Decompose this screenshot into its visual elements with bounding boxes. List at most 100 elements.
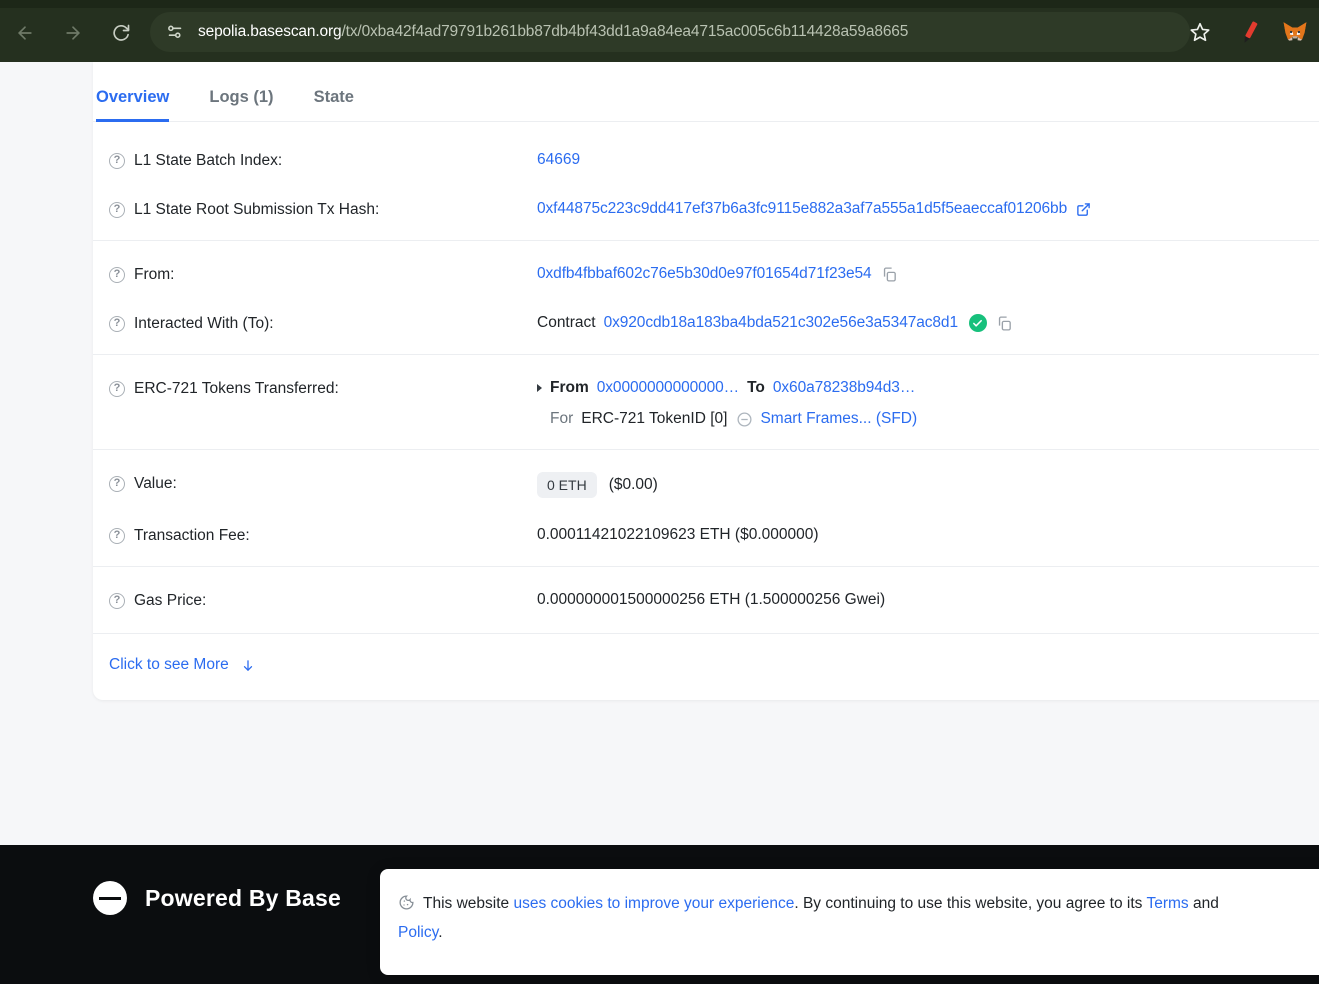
row-label: L1 State Batch Index: bbox=[134, 152, 283, 169]
help-icon[interactable]: ? bbox=[109, 381, 125, 397]
help-icon[interactable]: ? bbox=[109, 202, 125, 218]
row-label: Gas Price: bbox=[134, 592, 207, 609]
row-label: ERC-721 Tokens Transferred: bbox=[134, 380, 339, 397]
row-from: ? From: 0xdfb4fbbaf602c76e5b30d0e97f0165… bbox=[93, 240, 1319, 299]
verified-check-icon bbox=[968, 314, 987, 332]
help-icon[interactable]: ? bbox=[109, 593, 125, 609]
row-label-wrap: ? Value: bbox=[109, 472, 537, 495]
row-l1-state-root-tx-hash: ? L1 State Root Submission Tx Hash: 0xf4… bbox=[93, 185, 1319, 234]
tab-strip-edge bbox=[0, 0, 1319, 8]
contract-prefix: Contract bbox=[537, 314, 596, 331]
row-value: From 0x0000000000000… To 0x60a78238b94d3… bbox=[537, 377, 917, 430]
row-label: L1 State Root Submission Tx Hash: bbox=[134, 201, 380, 218]
value-eth-badge: 0 ETH bbox=[537, 472, 597, 498]
cookie-text-4: . bbox=[438, 924, 443, 941]
site-settings-icon[interactable] bbox=[164, 21, 186, 43]
help-icon[interactable]: ? bbox=[109, 153, 125, 169]
forward-arrow-icon[interactable] bbox=[58, 18, 88, 48]
row-transaction-fee: ? Transaction Fee: 0.00011421022109623 E… bbox=[93, 511, 1319, 560]
cookie-text-2: . By continuing to use this website, you… bbox=[794, 895, 1147, 912]
tab-logs[interactable]: Logs (1) bbox=[209, 88, 273, 121]
row-label-wrap: ? Transaction Fee: bbox=[109, 524, 537, 547]
star-icon[interactable] bbox=[1181, 13, 1219, 51]
tab-overview[interactable]: Overview bbox=[96, 88, 170, 122]
cookie-text-1: This website bbox=[423, 895, 514, 912]
l1-root-tx-hash-link[interactable]: 0xf44875c223c9dd417ef37b6a3fc9115e882a3a… bbox=[537, 198, 1067, 220]
help-icon[interactable]: ? bbox=[109, 528, 125, 544]
from-address-link[interactable]: 0xdfb4fbbaf602c76e5b30d0e97f01654d71f23e… bbox=[537, 263, 872, 285]
copy-icon[interactable] bbox=[881, 266, 898, 283]
row-erc721-transfers: ? ERC-721 Tokens Transferred: From 0x000… bbox=[93, 354, 1319, 443]
powered-by-base: Powered By Base bbox=[93, 881, 341, 915]
row-value: 64669 bbox=[537, 149, 580, 171]
erc721-from-label: From bbox=[550, 379, 589, 396]
row-label: Value: bbox=[134, 475, 177, 492]
url-host: sepolia.basescan.org bbox=[198, 23, 342, 40]
help-icon[interactable]: ? bbox=[109, 267, 125, 283]
cookie-text-3: and bbox=[1188, 895, 1219, 912]
row-value: 0xf44875c223c9dd417ef37b6a3fc9115e882a3a… bbox=[537, 198, 1091, 220]
row-label-wrap: ? From: bbox=[109, 263, 537, 286]
erc721-transfer-line: From 0x0000000000000… To 0x60a78238b94d3… bbox=[537, 377, 917, 399]
row-label-wrap: ? ERC-721 Tokens Transferred: bbox=[109, 377, 537, 400]
row-value-amount: ? Value: 0 ETH ($0.00) bbox=[93, 449, 1319, 511]
cookie-policy-link[interactable]: uses cookies to improve your experience bbox=[513, 895, 794, 912]
see-more-button[interactable]: Click to see More bbox=[109, 656, 255, 674]
reload-icon[interactable] bbox=[106, 18, 136, 48]
erc721-to-address-link[interactable]: 0x60a78238b94d3… bbox=[773, 377, 915, 399]
help-icon[interactable]: ? bbox=[109, 476, 125, 492]
navigation-buttons bbox=[10, 18, 136, 48]
row-label-wrap: ? Interacted With (To): bbox=[109, 312, 537, 335]
see-more-label: Click to see More bbox=[109, 656, 229, 673]
base-logo-icon bbox=[93, 881, 127, 915]
erc721-token-standard: ERC-721 TokenID [0] bbox=[581, 410, 728, 427]
browser-chrome: sepolia.basescan.org/tx/0xba42f4ad79791b… bbox=[0, 0, 1319, 62]
row-label-wrap: ? L1 State Batch Index: bbox=[109, 149, 537, 172]
erc721-token-line: For ERC-721 TokenID [0] Smart Frames... … bbox=[537, 408, 917, 430]
copy-icon[interactable] bbox=[996, 315, 1013, 332]
row-value: 0xdfb4fbbaf602c76e5b30d0e97f01654d71f23e… bbox=[537, 263, 898, 285]
back-arrow-icon[interactable] bbox=[10, 18, 40, 48]
url-path: /tx/0xba42f4ad79791b261bb87db4bf43dd1a9a… bbox=[341, 23, 909, 40]
row-label-wrap: ? Gas Price: bbox=[109, 589, 537, 612]
page-content: Overview Logs (1) State ? L1 State Batch… bbox=[0, 62, 1319, 984]
erc721-for-label: For bbox=[550, 410, 574, 427]
pen-extension-icon[interactable] bbox=[1235, 17, 1265, 47]
policy-link[interactable]: Policy bbox=[398, 924, 438, 941]
cookie-icon bbox=[398, 894, 415, 911]
tab-bar: Overview Logs (1) State bbox=[93, 62, 1319, 122]
row-interacted-with: ? Interacted With (To): Contract 0x920cd… bbox=[93, 299, 1319, 348]
metamask-fox-icon[interactable] bbox=[1281, 17, 1311, 47]
row-label-wrap: ? L1 State Root Submission Tx Hash: bbox=[109, 198, 537, 221]
address-bar[interactable]: sepolia.basescan.org/tx/0xba42f4ad79791b… bbox=[150, 12, 1190, 52]
arrow-down-icon bbox=[241, 658, 255, 673]
row-value: 0.00011421022109623 ETH ($0.000000) bbox=[537, 526, 819, 543]
value-fiat: ($0.00) bbox=[608, 476, 658, 493]
erc721-token-name-link[interactable]: Smart Frames... (SFD) bbox=[760, 408, 917, 430]
tab-state[interactable]: State bbox=[314, 88, 354, 121]
cookie-consent-banner: This website uses cookies to improve you… bbox=[380, 869, 1319, 975]
token-placeholder-icon bbox=[736, 411, 753, 428]
powered-by-base-label: Powered By Base bbox=[145, 884, 342, 911]
erc721-from-address-link[interactable]: 0x0000000000000… bbox=[597, 377, 739, 399]
details-list: ? L1 State Batch Index: 64669 ? L1 State… bbox=[93, 122, 1319, 700]
external-link-icon[interactable] bbox=[1076, 202, 1091, 217]
row-l1-state-batch-index: ? L1 State Batch Index: 64669 bbox=[93, 136, 1319, 185]
row-value: 0 ETH ($0.00) bbox=[537, 472, 658, 498]
row-value: Contract 0x920cdb18a183ba4bda521c302e56e… bbox=[537, 312, 1013, 334]
row-label: Transaction Fee: bbox=[134, 527, 250, 544]
erc721-to-label: To bbox=[747, 379, 765, 396]
row-see-more: Click to see More bbox=[93, 633, 1319, 700]
terms-link[interactable]: Terms bbox=[1146, 895, 1188, 912]
row-label: From: bbox=[134, 266, 175, 283]
row-gas-price: ? Gas Price: 0.000000001500000256 ETH (1… bbox=[93, 566, 1319, 625]
help-icon[interactable]: ? bbox=[109, 316, 125, 332]
row-label: Interacted With (To): bbox=[134, 315, 274, 332]
l1-batch-index-link[interactable]: 64669 bbox=[537, 149, 580, 171]
expand-triangle-icon[interactable] bbox=[537, 384, 542, 392]
url-text: sepolia.basescan.org/tx/0xba42f4ad79791b… bbox=[198, 23, 908, 41]
browser-actions bbox=[1181, 12, 1311, 52]
contract-address-link[interactable]: 0x920cdb18a183ba4bda521c302e56e3a5347ac8… bbox=[604, 312, 958, 334]
transaction-details-card: Overview Logs (1) State ? L1 State Batch… bbox=[93, 62, 1319, 700]
row-value: 0.000000001500000256 ETH (1.500000256 Gw… bbox=[537, 591, 886, 608]
